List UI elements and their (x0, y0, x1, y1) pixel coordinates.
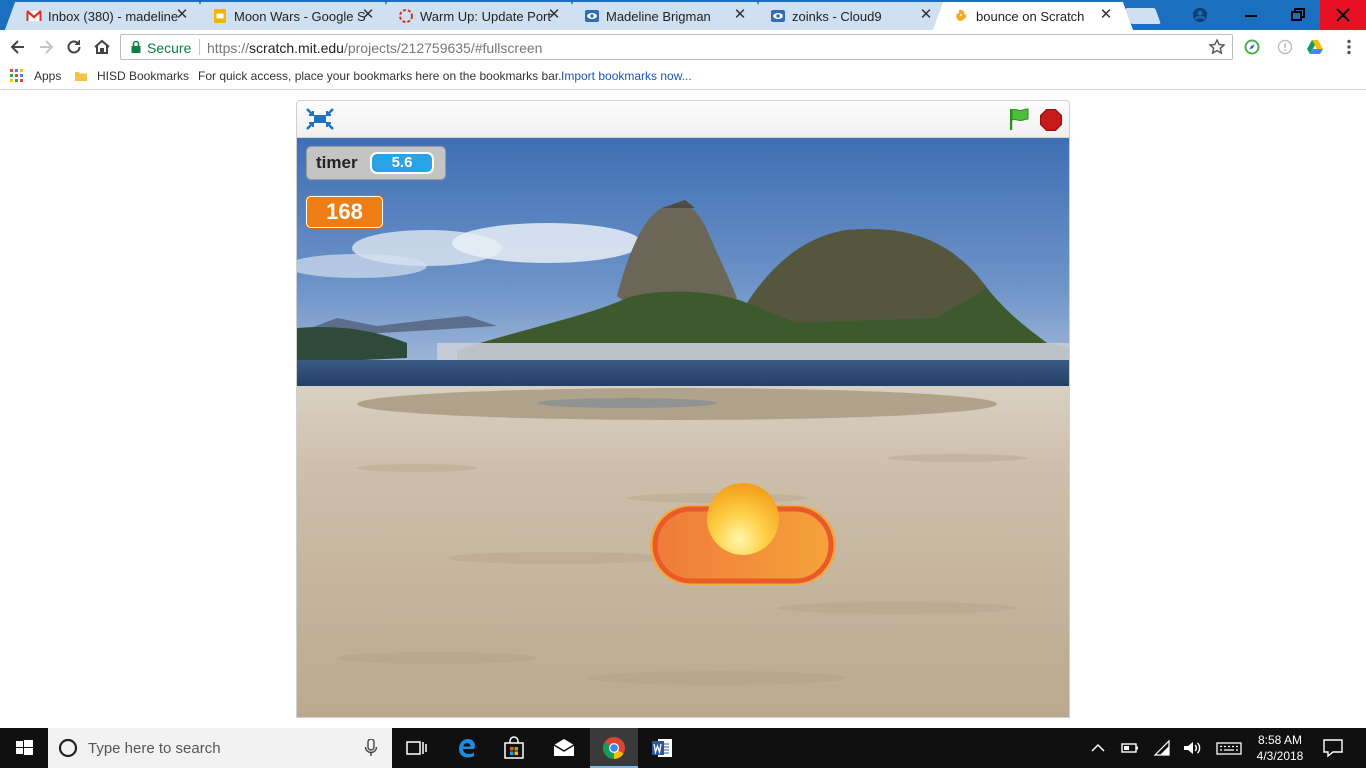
new-tab-button[interactable] (1125, 8, 1161, 24)
forward-arrow-icon[interactable] (36, 37, 56, 57)
cloud9-icon (771, 10, 785, 22)
clock-date: 4/3/2018 (1256, 749, 1304, 763)
player-controls-bar (297, 101, 1069, 138)
wifi-icon[interactable] (1152, 738, 1172, 758)
security-label: Secure (147, 40, 192, 56)
tab-title: Moon Wars - Google Sl (234, 9, 366, 24)
hisd-bookmarks-folder[interactable]: HISD Bookmarks (97, 69, 189, 83)
start-button[interactable] (0, 728, 48, 768)
close-tab-icon[interactable]: ✕ (174, 7, 190, 23)
tab-cloud9[interactable]: zoinks - Cloud9 ✕ (762, 2, 940, 30)
close-tab-icon[interactable]: ✕ (360, 7, 376, 23)
url-host: scratch.mit.edu (249, 40, 344, 56)
search-placeholder: Type here to search (88, 740, 221, 757)
taskbar-chrome[interactable] (590, 728, 638, 768)
close-tab-icon[interactable]: ✕ (918, 7, 934, 23)
edge-icon (459, 739, 475, 758)
task-view-icon (406, 741, 427, 755)
show-hidden-icons-chevron-icon[interactable] (1088, 738, 1108, 758)
task-view-button[interactable] (392, 728, 440, 768)
cortana-icon (58, 738, 78, 758)
windows-logo-icon (16, 740, 33, 755)
windows-taskbar: Type here to search 8:58 AM 4/3/2018 (0, 728, 1366, 768)
folder-icon (75, 72, 87, 81)
timer-label: timer (316, 153, 358, 172)
google-drive-icon[interactable] (1306, 38, 1324, 56)
restore-icon (1291, 8, 1305, 21)
lock-icon (131, 40, 141, 53)
clock-time: 8:58 AM (1257, 733, 1303, 747)
tab-warm-up[interactable]: Warm Up: Update Portf ✕ (390, 2, 568, 30)
tab-madeline-brigman[interactable]: Madeline Brigman ✕ (576, 2, 754, 30)
loading-spinner-icon (399, 9, 413, 23)
volume-icon[interactable] (1182, 738, 1202, 758)
tab-gmail[interactable]: Inbox (380) - madeline ✕ (18, 2, 196, 30)
scratch-icon (956, 9, 967, 21)
home-icon[interactable] (92, 37, 112, 57)
chrome-icon (603, 737, 625, 759)
tab-google-slides[interactable]: Moon Wars - Google Sl ✕ (204, 2, 382, 30)
store-bag-icon (504, 736, 524, 759)
tab-bounce-on-scratch[interactable]: bounce on Scratch ✕ (946, 2, 1120, 30)
close-tab-icon[interactable]: ✕ (732, 7, 748, 23)
scratch-player: timer 5.6 168 (296, 100, 1070, 718)
taskbar-store[interactable] (490, 728, 538, 768)
green-flag-icon[interactable] (1007, 107, 1031, 131)
browser-tab-strip: Inbox (380) - madeline ✕ Moon Wars - Goo… (0, 0, 1366, 30)
back-arrow-icon[interactable] (8, 37, 28, 57)
url-path: /projects/212759635/#fullscreen (343, 40, 543, 56)
mail-icon (553, 739, 575, 756)
minimize-window-button[interactable] (1228, 0, 1274, 30)
timer-monitor: timer 5.6 (306, 146, 446, 180)
keyboard-icon[interactable] (1216, 738, 1242, 758)
close-icon (1336, 8, 1350, 22)
system-clock[interactable]: 8:58 AM 4/3/2018 (1244, 732, 1316, 764)
address-bar[interactable]: Secure https://scratch.mit.edu/projects/… (120, 34, 1233, 60)
word-icon (652, 739, 672, 757)
url-scheme: https:// (207, 40, 250, 56)
ball-sprite (707, 483, 779, 555)
minimize-icon (1245, 15, 1257, 17)
url-separator (199, 39, 200, 55)
apps-bookmark[interactable]: Apps (34, 69, 61, 83)
profile-icon[interactable] (1190, 5, 1210, 25)
close-window-button[interactable] (1320, 0, 1366, 30)
action-center-icon[interactable] (1322, 738, 1344, 758)
close-tab-icon[interactable]: ✕ (546, 7, 562, 23)
import-bookmarks-link[interactable]: Import bookmarks now... (561, 69, 692, 83)
url-text[interactable]: https://scratch.mit.edu/projects/2127596… (207, 40, 542, 56)
taskbar-word[interactable] (638, 728, 686, 768)
apps-grid-icon (10, 69, 23, 82)
timer-value: 5.6 (370, 152, 434, 174)
taskbar-mail[interactable] (540, 728, 588, 768)
google-slides-icon (214, 9, 226, 23)
restore-window-button[interactable] (1274, 0, 1320, 30)
taskbar-edge[interactable] (442, 728, 490, 768)
microphone-icon[interactable] (364, 739, 378, 757)
taskbar-search-box[interactable]: Type here to search (48, 728, 392, 768)
battery-icon[interactable] (1120, 738, 1140, 758)
eye-icon (585, 10, 599, 22)
scratch-stage[interactable]: timer 5.6 168 (297, 138, 1069, 717)
exit-fullscreen-icon[interactable] (306, 108, 334, 130)
reload-icon[interactable] (64, 37, 84, 57)
bookmark-star-icon[interactable] (1208, 38, 1226, 56)
tab-title: bounce on Scratch (976, 9, 1085, 24)
tab-title: Inbox (380) - madeline (48, 9, 179, 24)
close-tab-icon[interactable]: ✕ (1098, 7, 1114, 23)
bookmarks-hint: For quick access, place your bookmarks h… (198, 69, 562, 83)
gmail-icon (26, 10, 42, 21)
beach-backdrop (297, 138, 1069, 717)
extension-alert-icon[interactable] (1276, 38, 1294, 56)
stop-sign-icon[interactable] (1039, 108, 1063, 132)
browser-menu-icon[interactable] (1340, 38, 1358, 56)
score-monitor: 168 (306, 196, 383, 228)
extension-compass-icon[interactable] (1243, 38, 1261, 56)
tab-title: zoinks - Cloud9 (792, 9, 882, 24)
tab-title: Warm Up: Update Portf (420, 9, 552, 24)
tab-title: Madeline Brigman (606, 9, 711, 24)
bookmarks-bar: Apps HISD Bookmarks For quick access, pl… (0, 64, 1366, 90)
